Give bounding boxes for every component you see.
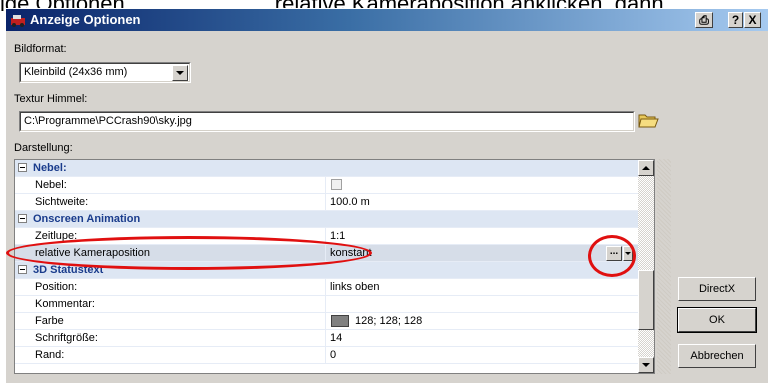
prop-row-nebel[interactable]: Nebel: xyxy=(15,177,641,194)
directx-button[interactable]: DirectX xyxy=(678,277,756,301)
prop-name: Position: xyxy=(35,281,78,293)
bildformat-value: Kleinbild (24x36 mm) xyxy=(24,66,128,78)
prop-value: 1:1 xyxy=(330,230,346,242)
chevron-down-icon[interactable] xyxy=(172,65,188,81)
prop-value: 128; 128; 128 xyxy=(355,315,423,327)
app-icon xyxy=(11,15,25,27)
category-onscreen-animation[interactable]: Onscreen Animation xyxy=(15,211,641,228)
folder-open-icon[interactable] xyxy=(637,110,659,130)
prop-value: 100.0 m xyxy=(330,196,370,208)
print-icon: ⎙ xyxy=(699,13,709,27)
cancel-button[interactable]: Abbrechen xyxy=(678,344,756,368)
category-nebel[interactable]: Nebel: xyxy=(15,160,641,177)
scroll-down-icon[interactable] xyxy=(638,357,654,373)
prop-row-rand[interactable]: Rand: 0 xyxy=(15,347,641,364)
category-3d-statustext[interactable]: 3D Statustext xyxy=(15,262,641,279)
window-title: Anzeige Optionen xyxy=(30,12,141,27)
prop-name: relative Kameraposition xyxy=(35,247,150,259)
prop-name: Zeitlupe: xyxy=(35,230,78,242)
chevron-down-icon[interactable] xyxy=(623,246,633,261)
resize-hatch xyxy=(657,159,671,374)
scroll-thumb[interactable] xyxy=(638,270,654,330)
options-dialog: Anzeige Optionen ⎙ ? X Bildformat: Klein… xyxy=(5,8,768,383)
prop-row-kommentar[interactable]: Kommentar: xyxy=(15,296,641,313)
prop-name: Farbe xyxy=(35,315,64,327)
textur-value: C:\Programme\PCCrash90\sky.jpg xyxy=(24,115,192,127)
ellipsis-button[interactable]: ... xyxy=(606,246,622,261)
collapse-icon[interactable] xyxy=(18,265,27,274)
prop-value: 0 xyxy=(330,349,337,361)
darstellung-label: Darstellung: xyxy=(14,142,73,154)
prop-name: Schriftgröße: xyxy=(35,332,98,344)
close-icon: X xyxy=(748,13,757,27)
vertical-scrollbar[interactable] xyxy=(638,160,654,373)
prop-row-position[interactable]: Position: links oben xyxy=(15,279,641,296)
textur-label: Textur Himmel: xyxy=(14,93,88,105)
print-button[interactable]: ⎙ xyxy=(695,12,713,28)
prop-row-sichtweite[interactable]: Sichtweite: 100.0 m xyxy=(15,194,641,211)
scroll-up-icon[interactable] xyxy=(638,160,654,176)
prop-row-farbe[interactable]: Farbe 128; 128; 128 xyxy=(15,313,641,330)
ok-button[interactable]: OK xyxy=(677,307,757,333)
color-swatch xyxy=(331,315,349,327)
textur-input[interactable]: C:\Programme\PCCrash90\sky.jpg xyxy=(19,111,635,132)
property-grid: Nebel: Nebel: Sichtweite: 100.0 m Onscre… xyxy=(14,159,655,374)
prop-value: konstant xyxy=(330,247,372,259)
prop-value: 14 xyxy=(330,332,343,344)
collapse-icon[interactable] xyxy=(18,163,27,172)
category-label: Onscreen Animation xyxy=(33,213,141,225)
bildformat-select[interactable]: Kleinbild (24x36 mm) xyxy=(19,62,191,83)
bildformat-label: Bildformat: xyxy=(14,43,67,55)
prop-name: Rand: xyxy=(35,349,65,361)
prop-name: Kommentar: xyxy=(35,298,95,310)
help-button[interactable]: ? xyxy=(728,12,743,28)
prop-row-relative-kameraposition[interactable]: relative Kameraposition konstant ... xyxy=(15,245,641,262)
prop-name: Nebel: xyxy=(35,179,67,191)
category-label: Nebel: xyxy=(33,162,67,174)
collapse-icon[interactable] xyxy=(18,214,27,223)
category-label: 3D Statustext xyxy=(33,264,104,276)
prop-row-zeitlupe[interactable]: Zeitlupe: 1:1 xyxy=(15,228,641,245)
close-button[interactable]: X xyxy=(744,12,761,28)
title-bar: Anzeige Optionen ⎙ ? X xyxy=(6,9,768,31)
prop-row-schriftgroesse[interactable]: Schriftgröße: 14 xyxy=(15,330,641,347)
nebel-checkbox[interactable] xyxy=(331,179,342,190)
prop-name: Sichtweite: xyxy=(35,196,89,208)
prop-value: links oben xyxy=(330,281,380,293)
help-icon: ? xyxy=(731,13,740,27)
